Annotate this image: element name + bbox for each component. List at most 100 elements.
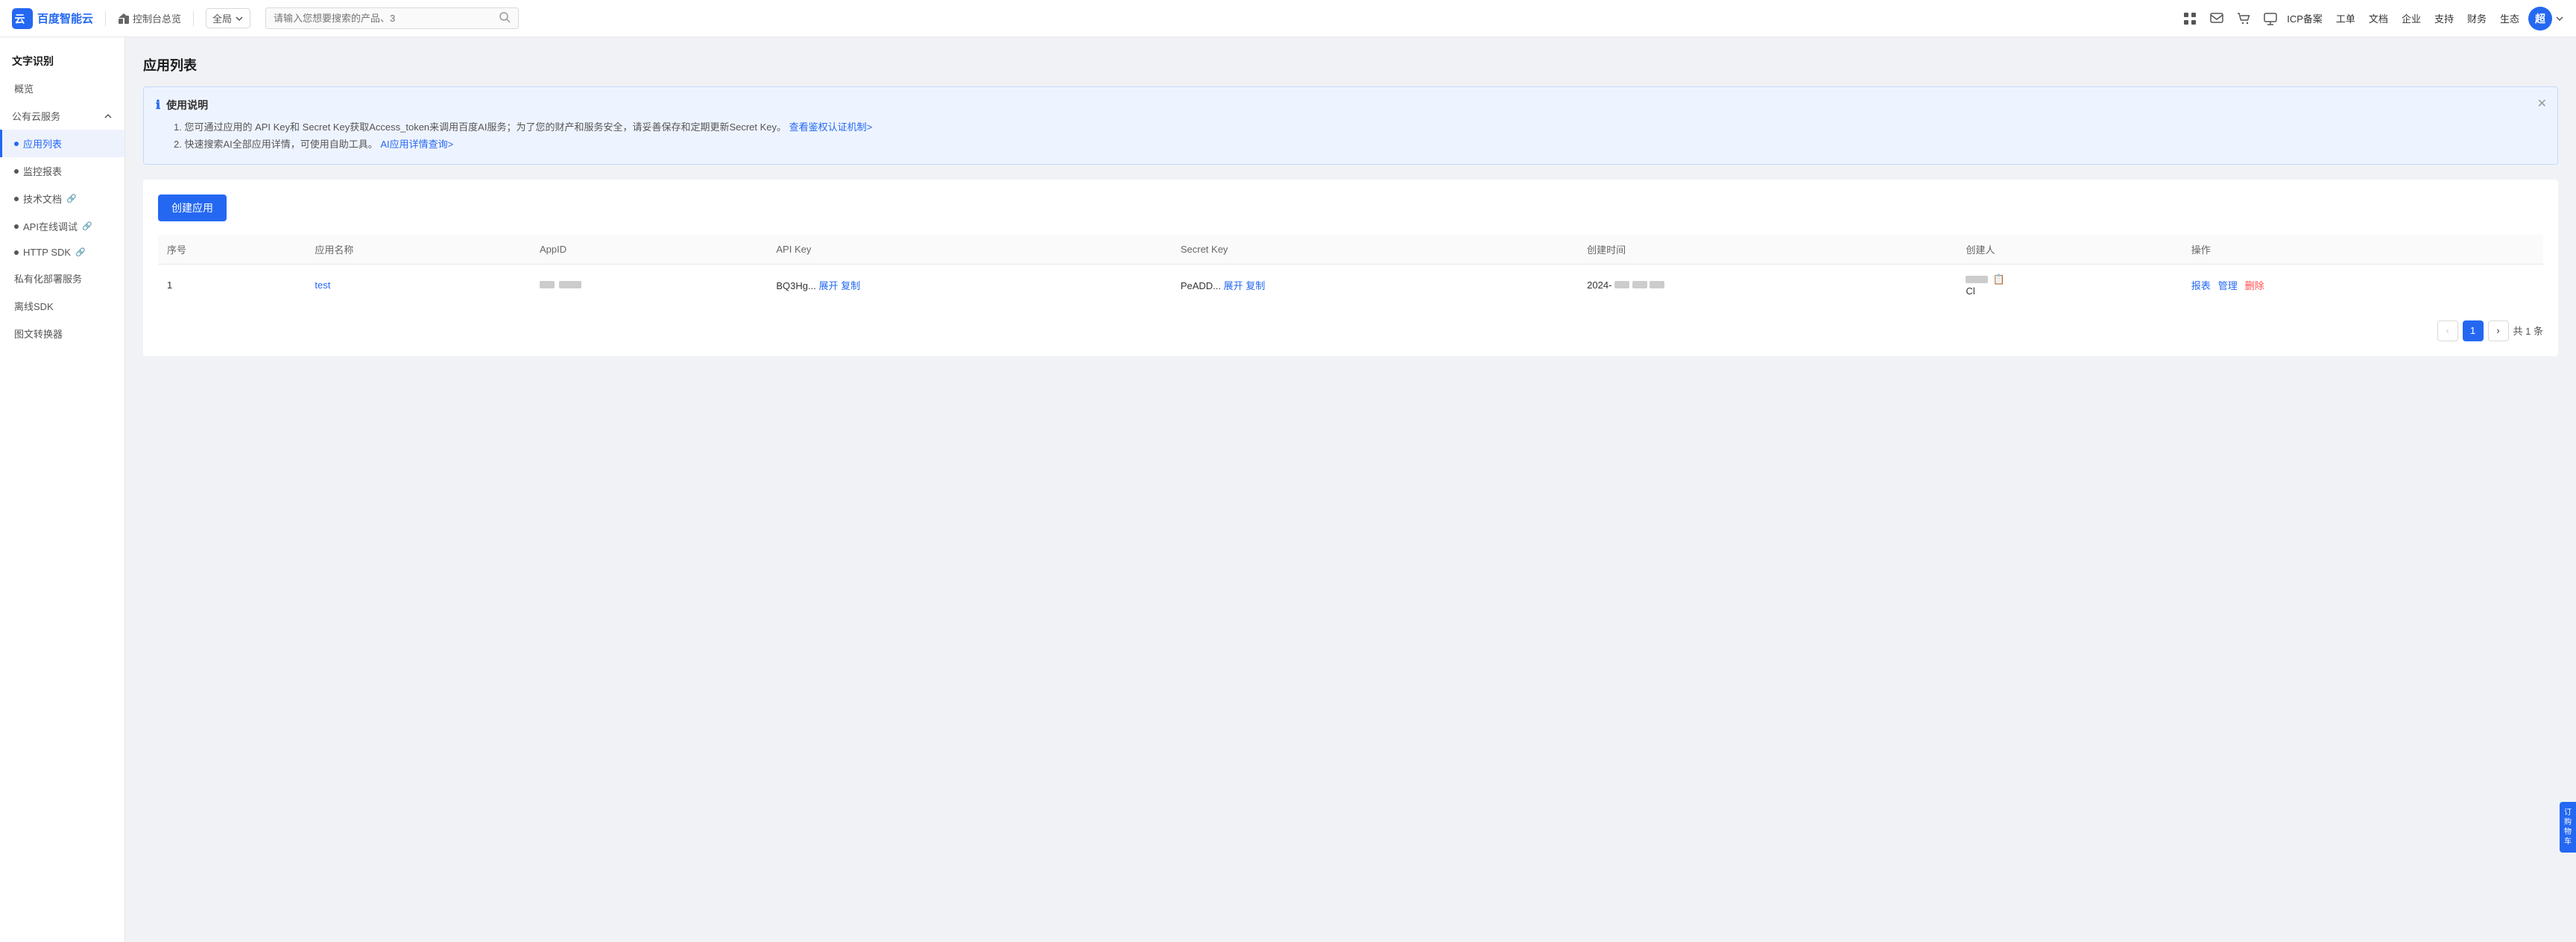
notice-body: 1. 您可通过应用的 API Key和 Secret Key获取Access_t… xyxy=(156,118,2545,154)
pagination-total: 共 1 条 xyxy=(2513,323,2543,338)
message-nav-icon[interactable] xyxy=(2209,11,2224,26)
apikey-copy[interactable]: 复制 xyxy=(841,280,860,291)
row-actions: 报表 管理 删除 xyxy=(2191,278,2534,292)
app-table: 序号 应用名称 AppID API Key Secret Key 创建时间 创建… xyxy=(158,235,2543,306)
create-app-button[interactable]: 创建应用 xyxy=(158,195,227,221)
home-icon xyxy=(118,13,130,25)
time-mask3 xyxy=(1650,281,1664,288)
pagination-next[interactable]: › xyxy=(2488,320,2509,341)
notice-line2-text: 2. 快速搜索AI全部应用详情，可使用自助工具。 xyxy=(174,139,378,150)
secretkey-copy[interactable]: 复制 xyxy=(1246,280,1265,291)
action-report[interactable]: 报表 xyxy=(2191,278,2211,292)
avatar-wrap[interactable]: 超 xyxy=(2528,7,2564,31)
control-overview[interactable]: 控制台总览 xyxy=(118,11,181,25)
logo[interactable]: 云 百度智能云 xyxy=(12,8,93,29)
next-icon: › xyxy=(2496,325,2499,336)
sidebar-item-app-list[interactable]: 应用列表 xyxy=(0,130,124,157)
nav-link-support[interactable]: 支持 xyxy=(2434,11,2454,25)
nav-divider1 xyxy=(105,11,106,26)
chevron-up-icon xyxy=(104,112,113,121)
sidebar-item-overview[interactable]: 概览 xyxy=(0,75,124,102)
cart-icon xyxy=(2236,11,2251,26)
sidebar-item-offline-sdk[interactable]: 离线SDK xyxy=(0,292,124,320)
action-manage[interactable]: 管理 xyxy=(2218,278,2238,292)
page-1-label: 1 xyxy=(2470,325,2475,336)
cell-creator: 📋 Cl xyxy=(1957,264,2182,306)
monitor-icon xyxy=(2263,11,2278,26)
sidebar-item-private-deploy[interactable]: 私有化部署服务 xyxy=(0,265,124,292)
chevron-down-icon xyxy=(235,14,244,23)
search-bar[interactable] xyxy=(265,7,519,29)
creator-icon: 📋 xyxy=(1992,274,2004,285)
col-actions: 操作 xyxy=(2182,235,2543,265)
notice-line1-text: 1. 您可通过应用的 API Key和 Secret Key获取Access_t… xyxy=(174,121,786,133)
sidebar-group-public-cloud[interactable]: 公有云服务 xyxy=(0,102,124,130)
creator-masked: 📋 xyxy=(1966,274,2004,285)
pagination-prev[interactable]: ‹ xyxy=(2437,320,2458,341)
appid-mask1 xyxy=(540,281,555,288)
sidebar-item-tech-doc[interactable]: 技术文档 🔗 xyxy=(0,185,124,212)
notice-line1: 1. 您可通过应用的 API Key和 Secret Key获取Access_t… xyxy=(174,118,2545,136)
appid-mask2 xyxy=(559,281,581,288)
creator-mask1 xyxy=(1966,276,1988,283)
nav-link-docs[interactable]: 文档 xyxy=(2369,11,2388,25)
notice-line2: 2. 快速搜索AI全部应用详情，可使用自助工具。 AI应用详情查询> xyxy=(174,136,2545,153)
sidebar-item-http-sdk[interactable]: HTTP SDK 🔗 xyxy=(0,240,124,265)
action-delete[interactable]: 删除 xyxy=(2245,278,2264,292)
app-name-link[interactable]: test xyxy=(315,279,330,291)
info-icon: ℹ xyxy=(156,98,160,113)
sidebar-group-label: 公有云服务 xyxy=(12,109,60,123)
sidebar-item-img-convert[interactable]: 图文转换器 xyxy=(0,320,124,347)
cell-appid xyxy=(531,264,767,306)
sidebar-img-convert-label: 图文转换器 xyxy=(14,326,63,341)
notice-title: 使用说明 xyxy=(166,98,208,113)
screen-nav-icon[interactable] xyxy=(2263,11,2278,26)
main-layout: 文字识别 概览 公有云服务 应用列表 监控报表 技术文档 🔗 API在线调试 🔗 xyxy=(0,37,2576,942)
float-cart-text: 订购物车 xyxy=(2564,809,2572,846)
appid-masked xyxy=(540,281,581,288)
search-button[interactable] xyxy=(499,11,511,25)
sidebar-api-debug-label: API在线调试 xyxy=(23,219,78,233)
float-cart-bar[interactable]: 订购物车 xyxy=(2560,802,2576,853)
cell-created-time: 2024- xyxy=(1578,264,1957,306)
col-index: 序号 xyxy=(158,235,306,265)
table-area: 创建应用 序号 应用名称 AppID API Key Secret Key 创建… xyxy=(143,180,2558,356)
pagination: ‹ 1 › 共 1 条 xyxy=(158,320,2543,341)
table-body: 1 test BQ3Hg... 展开 xyxy=(158,264,2543,306)
nav-link-ticket[interactable]: 工单 xyxy=(2336,11,2355,25)
nav-link-finance[interactable]: 财务 xyxy=(2467,11,2487,25)
secretkey-expand[interactable]: 展开 xyxy=(1224,280,1243,291)
search-input[interactable] xyxy=(274,13,499,24)
pagination-page-1[interactable]: 1 xyxy=(2463,320,2484,341)
notice-link1[interactable]: 查看鉴权认证机制> xyxy=(789,121,873,133)
creator-name: Cl xyxy=(1966,285,2173,297)
sdk-external-icon: 🔗 xyxy=(75,247,86,257)
sidebar-tech-doc-label: 技术文档 xyxy=(23,192,62,206)
nav-link-icp[interactable]: ICP备案 xyxy=(2287,11,2323,25)
table-row: 1 test BQ3Hg... 展开 xyxy=(158,264,2543,306)
apikey-expand[interactable]: 展开 xyxy=(818,280,838,291)
api-debug-dot xyxy=(14,224,19,229)
global-selector[interactable]: 全局 xyxy=(206,8,250,28)
sidebar-item-api-debug[interactable]: API在线调试 🔗 xyxy=(0,212,124,240)
notice-close-button[interactable]: ✕ xyxy=(2537,96,2547,111)
table-header: 序号 应用名称 AppID API Key Secret Key 创建时间 创建… xyxy=(158,235,2543,265)
cell-secretkey: PeADD... 展开 复制 xyxy=(1172,264,1578,306)
cart-nav-icon[interactable] xyxy=(2236,11,2251,26)
grid-nav-icon[interactable] xyxy=(2182,11,2197,26)
monitor-dot xyxy=(14,169,19,174)
notice-link2[interactable]: AI应用详情查询> xyxy=(380,139,453,150)
time-mask2 xyxy=(1632,281,1647,288)
nav-link-ecosystem[interactable]: 生态 xyxy=(2500,11,2519,25)
notice-header: ℹ 使用说明 xyxy=(156,98,2545,113)
page-title: 应用列表 xyxy=(143,55,2558,75)
sidebar-private-deploy-label: 私有化部署服务 xyxy=(14,271,82,285)
cell-row-actions: 报表 管理 删除 xyxy=(2182,264,2543,306)
nav-link-enterprise[interactable]: 企业 xyxy=(2402,11,2421,25)
float-cart-item[interactable]: 订购物车 xyxy=(2564,808,2572,847)
global-label: 全局 xyxy=(212,11,232,25)
message-icon xyxy=(2209,11,2224,26)
time-mask1 xyxy=(1614,281,1629,288)
sidebar-item-monitor[interactable]: 监控报表 xyxy=(0,157,124,185)
col-created-time: 创建时间 xyxy=(1578,235,1957,265)
